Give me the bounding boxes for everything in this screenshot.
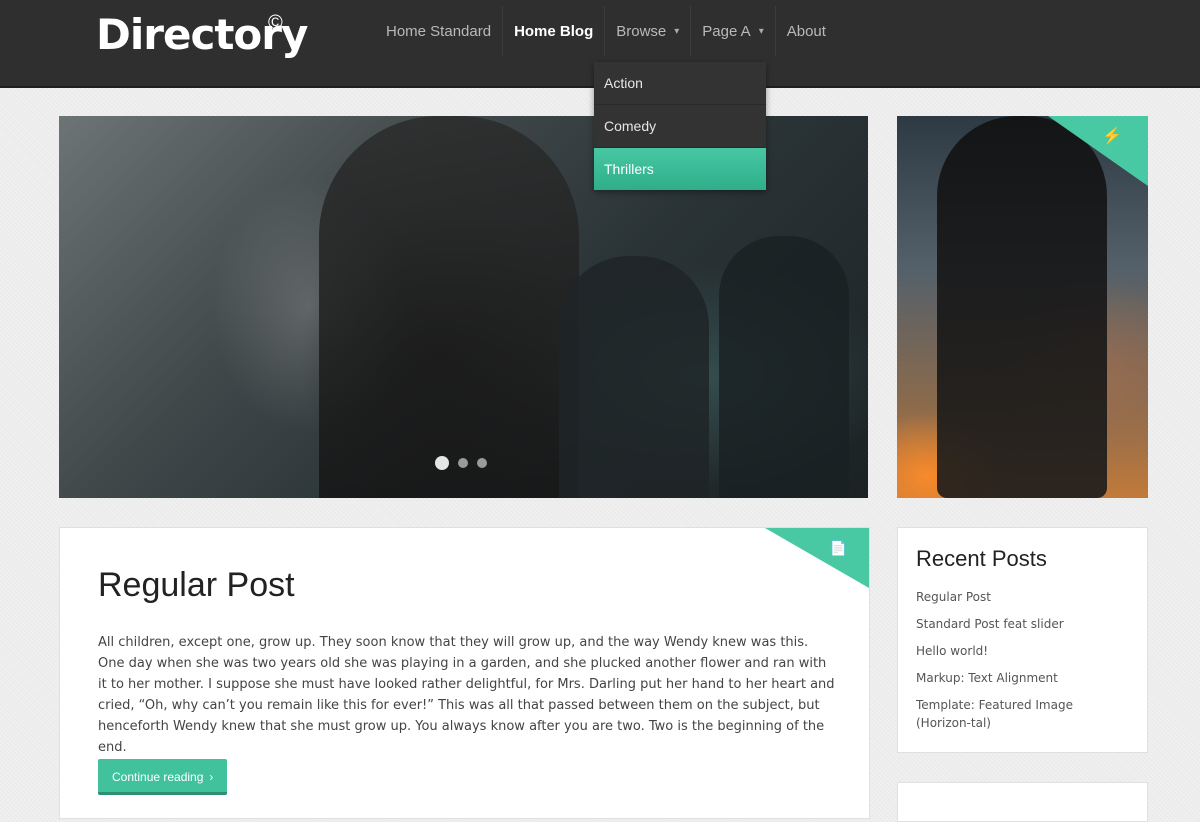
recent-posts-list: Regular Post Standard Post feat slider H…	[916, 588, 1131, 741]
browse-dropdown-menu: Action Comedy Thrillers	[594, 62, 766, 190]
widget-title: Recent Posts	[916, 546, 1047, 571]
post-card: 📄 Regular Post All children, except one,…	[59, 527, 870, 819]
dropdown-item-thrillers[interactable]: Thrillers	[594, 148, 766, 190]
nav-item-home-standard[interactable]: Home Standard	[375, 0, 502, 62]
slider-figure-soldier	[719, 236, 849, 498]
chevron-down-icon: ▾	[674, 25, 680, 37]
slider-dot[interactable]	[458, 458, 468, 468]
chevron-right-icon: ›	[209, 770, 214, 784]
post-format-corner	[1048, 116, 1148, 186]
slider-figure-soldier	[319, 116, 579, 498]
copyright-mark: ©	[268, 12, 283, 34]
slider-pagination	[435, 456, 487, 470]
continue-reading-button[interactable]: Continue reading ›	[98, 759, 228, 795]
recent-post-link[interactable]: Standard Post feat slider	[916, 615, 1131, 633]
recent-post-link[interactable]: Markup: Text Alignment	[916, 669, 1131, 687]
post-format-corner	[765, 528, 869, 588]
post-title[interactable]: Regular Post	[98, 566, 295, 605]
recent-post-link[interactable]: Regular Post	[916, 588, 1131, 606]
dropdown-item-comedy[interactable]: Comedy	[594, 105, 766, 148]
recent-post-link[interactable]: Template: Featured Image (Horizon-tal)	[916, 696, 1131, 732]
recent-post-link[interactable]: Hello world!	[916, 642, 1131, 660]
slider-dot[interactable]	[477, 458, 487, 468]
dropdown-item-action[interactable]: Action	[594, 62, 766, 105]
nav-item-browse[interactable]: Browse ▾	[605, 0, 690, 62]
nav-item-about[interactable]: About	[776, 0, 837, 62]
nav-item-page-a[interactable]: Page A ▾	[691, 0, 774, 62]
nav-item-home-blog[interactable]: Home Blog	[503, 0, 604, 62]
post-excerpt: All children, except one, grow up. They …	[98, 635, 835, 755]
document-icon: 📄	[829, 540, 847, 556]
recent-posts-widget: Recent Posts Regular Post Standard Post …	[897, 527, 1148, 753]
sidebar-widget	[897, 782, 1148, 822]
lightning-icon: ⚡	[1102, 128, 1122, 145]
side-featured-image[interactable]: ⚡	[897, 116, 1148, 498]
slider-dot[interactable]	[435, 456, 449, 470]
chevron-down-icon: ▾	[758, 25, 764, 37]
slider-figure-soldier	[559, 256, 709, 498]
